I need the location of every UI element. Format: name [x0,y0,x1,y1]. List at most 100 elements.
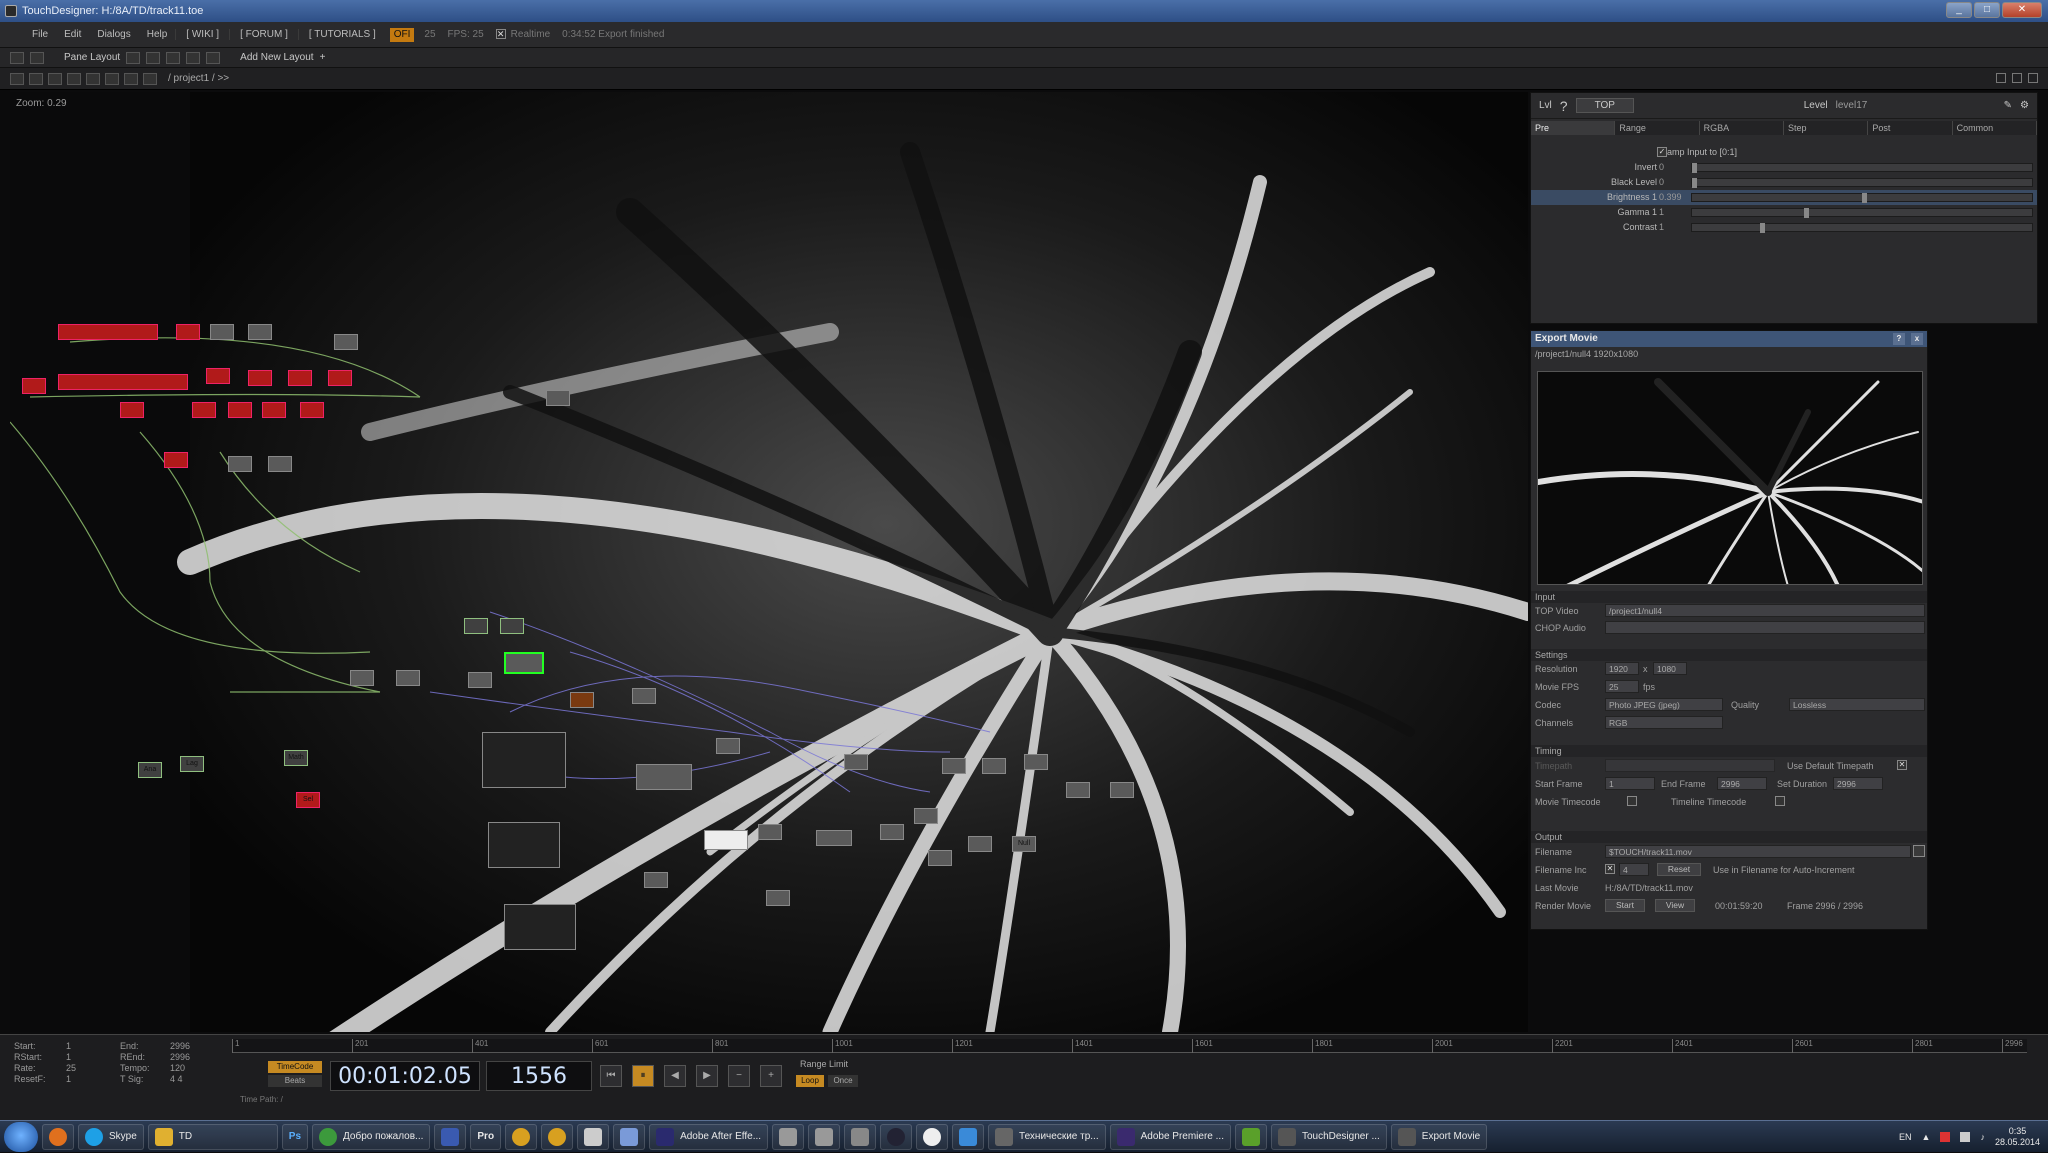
set-duration-field[interactable]: 2996 [1833,777,1883,790]
gamma-value[interactable]: 1 [1659,207,1664,217]
step-forward-button[interactable]: ▶ [696,1065,718,1087]
tab-common[interactable]: Common [1952,121,2037,135]
realtime-toggle[interactable]: ✕ Realtime [490,29,556,40]
dialog-close-button[interactable]: x [1911,333,1923,345]
taskbar-item-chrome[interactable]: Добро пожалов... [312,1123,431,1150]
start-button[interactable] [4,1121,38,1152]
timeline-timecode-checkbox[interactable] [1775,796,1785,806]
reset-button[interactable]: Reset [1657,863,1701,876]
radiation-icon-2[interactable] [541,1123,574,1150]
operator-node[interactable] [546,390,570,406]
operator-node[interactable] [716,738,740,754]
layout-single-icon[interactable] [126,51,141,64]
black-level-value[interactable]: 0 [1659,177,1664,187]
app-icon-6[interactable] [808,1123,841,1150]
contrast-slider[interactable] [1691,223,2033,233]
loop-button[interactable]: Loop [796,1075,824,1087]
home-icon[interactable] [105,72,119,85]
app-icon-4[interactable] [613,1123,646,1150]
operator-node[interactable] [192,402,216,418]
op-name-field[interactable]: level17 [1836,100,1996,111]
help-icon[interactable]: ? [1560,98,1568,114]
photoshop-icon[interactable]: Ps [281,1123,309,1150]
operator-node[interactable] [500,618,524,634]
menu-edit[interactable]: Edit [56,22,89,48]
network-path[interactable]: / project1 / >> [168,73,229,84]
operator-node[interactable] [176,324,200,340]
star-icon[interactable] [124,72,138,85]
tab-post[interactable]: Post [1868,121,1953,135]
operator-node[interactable] [248,324,272,340]
math-node[interactable]: Math [284,750,308,766]
taskbar-item-docs[interactable]: Технические тр... [988,1123,1106,1150]
display-icon[interactable] [143,72,157,85]
codec-dropdown[interactable]: Photo JPEG (jpeg) [1605,698,1723,711]
timecode-button[interactable]: TimeCode [268,1061,322,1073]
operator-node[interactable] [334,334,358,350]
resolution-width-field[interactable]: 1920 [1605,662,1639,675]
folder-icon[interactable] [1913,845,1925,857]
filename-field[interactable]: $TOUCH/track11.mov [1605,845,1911,858]
black-level-knob[interactable] [1692,178,1697,188]
operator-node[interactable] [58,374,188,390]
taskbar-item-touchdesigner[interactable]: TouchDesigner ... [1270,1123,1387,1150]
operator-node[interactable] [1110,782,1134,798]
use-default-checkbox[interactable]: ✕ [1897,760,1907,770]
back-icon[interactable] [48,72,62,85]
brightness-knob[interactable] [1862,193,1867,203]
view-button[interactable]: View [1655,899,1695,912]
add-layout-plus-button[interactable]: + [320,52,326,63]
clamp-checkbox[interactable]: ✓ [1657,147,1667,157]
language-indicator[interactable]: EN [1899,1132,1912,1142]
taskbar-item-export-movie[interactable]: Export Movie [1390,1123,1488,1150]
operator-node[interactable] [268,456,292,472]
operator-node[interactable] [350,670,374,686]
invert-knob[interactable] [1692,163,1697,173]
close-button[interactable]: ✕ [2002,2,2042,18]
movie-timecode-checkbox[interactable] [1627,796,1637,806]
invert-value[interactable]: 0 [1659,162,1664,172]
operator-node[interactable] [816,830,852,846]
network-editor[interactable]: Zoom: 0.29 Ana Lag Math Sel Null [10,92,1528,1032]
timepath-field[interactable] [1605,759,1775,772]
menu-dialogs[interactable]: Dialogs [89,22,138,48]
contrast-value[interactable]: 1 [1659,222,1664,232]
black-level-slider[interactable] [1691,178,2033,188]
gamma-slider[interactable] [1691,208,2033,218]
operator-node[interactable] [228,456,252,472]
app-icon-7[interactable] [844,1123,877,1150]
menu-file[interactable]: File [24,22,56,48]
clock[interactable]: 0:35 28.05.2014 [1995,1126,2040,1148]
resolution-height-field[interactable]: 1080 [1653,662,1687,675]
operator-node[interactable] [58,324,158,340]
tab-step[interactable]: Step [1783,121,1869,135]
checkbox-icon[interactable]: ✕ [495,29,506,40]
operator-node[interactable] [288,370,312,386]
app-icon-8[interactable] [880,1123,913,1150]
layout-split-h-icon[interactable] [146,51,161,64]
nvidia-icon[interactable] [1234,1123,1267,1150]
settings-icon[interactable]: ⚙ [2020,100,2029,111]
operator-node[interactable] [570,692,594,708]
operator-node[interactable] [914,808,938,824]
comment-icon[interactable]: ✎ [2004,100,2012,111]
operator-node[interactable] [632,688,656,704]
operator-node[interactable] [164,452,188,468]
app-icon-3[interactable] [577,1123,610,1150]
radiation-icon[interactable] [505,1123,538,1150]
operator-node[interactable] [982,758,1006,774]
operator-node[interactable] [1024,754,1048,770]
tab-range[interactable]: Range [1615,121,1700,135]
taskbar-item-premiere[interactable]: Adobe Premiere ... [1109,1123,1231,1150]
ana-node[interactable]: Ana [138,762,162,778]
filename-inc-checkbox[interactable]: ✕ [1605,864,1615,874]
gamma-knob[interactable] [1804,208,1810,218]
app-icon-10[interactable] [952,1123,985,1150]
pane-close-icon[interactable] [2028,73,2038,83]
timeline-ruler[interactable]: 1 201 401 601 801 1001 1201 1401 1601 18… [232,1039,2027,1053]
network-icon[interactable] [1960,1132,1971,1142]
operator-node[interactable] [928,850,952,866]
maximize-button[interactable]: □ [1974,2,2000,18]
operator-node[interactable] [644,872,668,888]
operator-node[interactable] [468,672,492,688]
